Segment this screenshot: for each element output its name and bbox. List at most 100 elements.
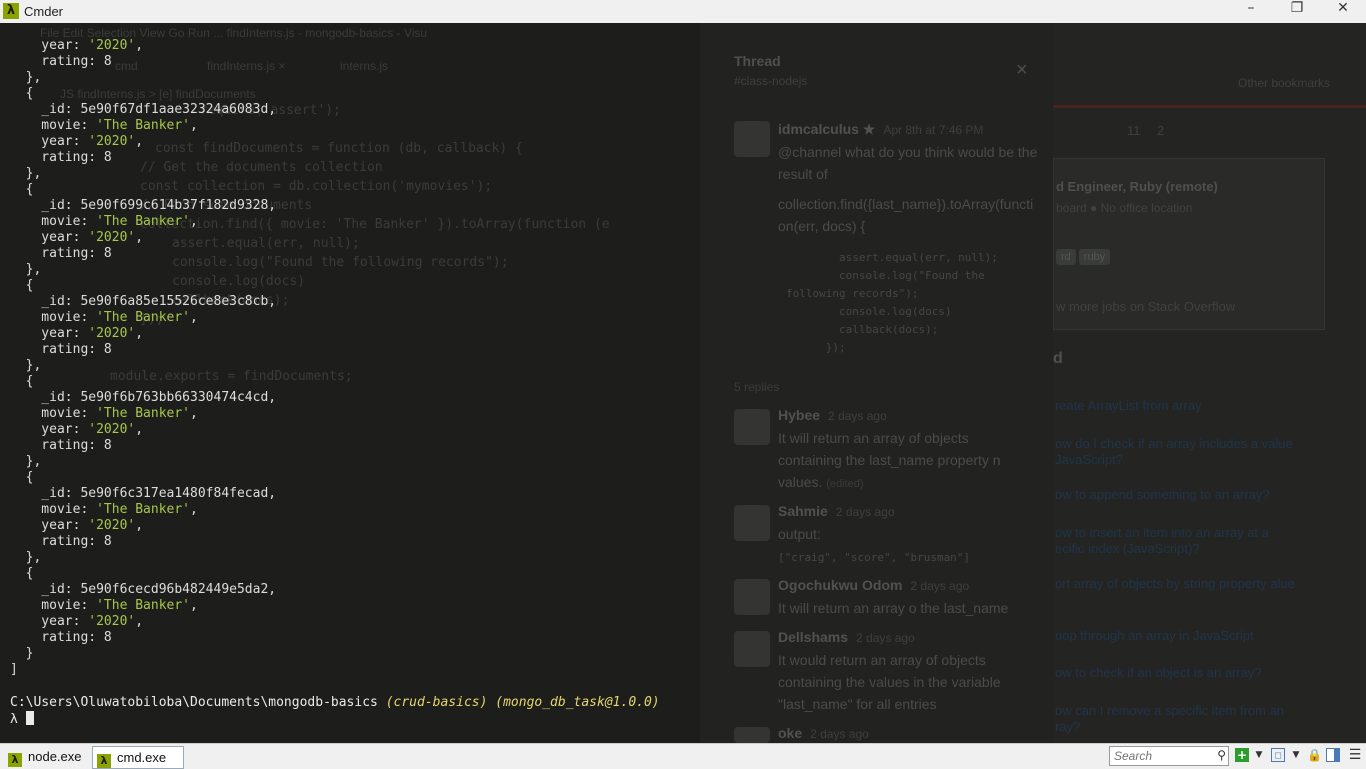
- output-line: rating: 8: [10, 438, 112, 453]
- output-line: rating: 8: [10, 54, 112, 69]
- related-question-link[interactable]: ort array of objects by string property …: [1055, 576, 1295, 592]
- output-line: {: [10, 86, 34, 101]
- message-text: It would return an array of objects cont…: [778, 652, 1001, 712]
- cmder-lambda-icon: λ: [3, 3, 19, 19]
- related-question-link[interactable]: ow to insert an item into an array at a …: [1055, 525, 1295, 557]
- output-line: },: [10, 262, 42, 277]
- bookmarks-label: Other bookmarks: [1238, 76, 1331, 90]
- output-line: year: '2020',: [10, 614, 144, 629]
- replies-count: 5 replies: [734, 380, 780, 394]
- output-line: rating: 8: [10, 150, 112, 165]
- related-question-link[interactable]: ow to check if an object is an array?: [1055, 665, 1295, 681]
- maximize-button[interactable]: ❐: [1274, 0, 1320, 23]
- split-view-icon[interactable]: [1326, 748, 1340, 762]
- output-line: _id: 5e90f6c317ea1480f84fecad,: [10, 486, 277, 501]
- output-line: _id: 5e90f6cecd96b482449e5da2,: [10, 582, 277, 597]
- tab-node-exe[interactable]: λ node.exe: [4, 746, 92, 767]
- lambda-icon: λ: [8, 753, 22, 767]
- search-input[interactable]: [1110, 748, 1210, 764]
- hamburger-menu-icon[interactable]: ☰: [1348, 748, 1362, 762]
- thread-close-icon[interactable]: ×: [1016, 59, 1028, 82]
- chevron-down-icon[interactable]: ▼: [1252, 748, 1266, 762]
- output-line: movie: 'The Banker',: [10, 118, 198, 133]
- console-tab-bar: λ node.exe λ cmd.exe ⚲ + ▼ ◻ ▼ 🔒 ☰: [0, 743, 1366, 769]
- output-line: },: [10, 166, 42, 181]
- output-line: ]: [10, 662, 18, 677]
- job-tags: rd ruby: [1056, 247, 1113, 265]
- output-line: }: [10, 646, 34, 661]
- output-line: {: [10, 566, 34, 581]
- output-line: movie: 'The Banker',: [10, 598, 198, 613]
- close-window-button[interactable]: ✕: [1320, 0, 1366, 23]
- search-field[interactable]: ⚲: [1109, 746, 1229, 766]
- prompt-branch: (crud-basics): [385, 695, 488, 710]
- output-line: year: '2020',: [10, 326, 144, 341]
- more-jobs-link[interactable]: w more jobs on Stack Overflow: [1056, 299, 1235, 314]
- tab-label: cmd.exe: [117, 750, 167, 765]
- output-line: year: '2020',: [10, 134, 144, 149]
- output-line: rating: 8: [10, 342, 112, 357]
- related-question-link[interactable]: reate ArrayList from array: [1055, 398, 1295, 414]
- tab-cmd-exe[interactable]: λ cmd.exe: [92, 746, 184, 769]
- avatar: [734, 409, 770, 445]
- badge-count: 2: [1157, 123, 1165, 138]
- window-title: Cmder: [24, 4, 64, 19]
- search-icon[interactable]: ⚲: [1217, 748, 1226, 762]
- output-line: movie: 'The Banker',: [10, 502, 198, 517]
- output-line: },: [10, 454, 42, 469]
- output-line: year: '2020',: [10, 422, 144, 437]
- related-question-link[interactable]: ow can I remove a specific item from an …: [1055, 703, 1295, 735]
- console-area[interactable]: year: '2020', rating: 8 }, { _id: 5e90f6…: [0, 23, 700, 743]
- prompt-path: C:\Users\Oluwatobiloba\Documents\mongodb…: [10, 695, 378, 710]
- view-switch-icon[interactable]: ◻: [1271, 748, 1285, 762]
- output-line: _id: 5e90f67df1aae32324a6083d,: [10, 102, 277, 117]
- minimize-button[interactable]: –: [1228, 0, 1274, 23]
- message-code-line: collection.find({last_name}).toArray(fun…: [778, 196, 1034, 234]
- background-slack-thread: Thread #class-nodejs × idmcalculus ★ Apr …: [700, 23, 1053, 743]
- message-author: Hybee 2 days ago: [778, 407, 887, 423]
- avatar: [734, 579, 770, 615]
- output-line: },: [10, 550, 42, 565]
- section-heading: d: [1053, 350, 1063, 367]
- new-console-icon[interactable]: +: [1235, 748, 1249, 762]
- prompt-symbol: λ: [10, 712, 18, 727]
- prompt-line: C:\Users\Oluwatobiloba\Documents\mongodb…: [10, 695, 660, 711]
- message-text: output:: [778, 526, 821, 542]
- text-cursor: [25, 711, 34, 725]
- command-input[interactable]: λ: [10, 711, 34, 728]
- avatar: [734, 505, 770, 541]
- output-line: },: [10, 70, 42, 85]
- output-line: {: [10, 182, 34, 197]
- job-title[interactable]: d Engineer, Ruby (remote): [1056, 179, 1218, 194]
- message-author: Dellshams 2 days ago: [778, 629, 915, 645]
- lambda-icon: λ: [97, 754, 111, 768]
- job-card[interactable]: d Engineer, Ruby (remote) board ● No off…: [1053, 158, 1325, 330]
- message-author: oke 2 days ago: [778, 725, 869, 741]
- message-code: ["craig", "score", "brusman"]: [778, 551, 971, 564]
- lock-icon[interactable]: 🔒: [1307, 748, 1322, 762]
- output-line: year: '2020',: [10, 38, 144, 53]
- related-question-link[interactable]: ow do I check if an array includes a val…: [1055, 436, 1295, 468]
- output-line: rating: 8: [10, 630, 112, 645]
- message-text: It will return an array of objects conta…: [778, 430, 1001, 490]
- output-line: movie: 'The Banker',: [10, 214, 198, 229]
- message-code-block: assert.equal(err, null); console.log("Fo…: [786, 251, 998, 354]
- output-line: year: '2020',: [10, 518, 144, 533]
- message-author: idmcalculus ★ Apr 8th at 7:46 PM: [778, 121, 984, 137]
- chevron-down-icon[interactable]: ▼: [1289, 748, 1303, 762]
- thread-title: Thread: [734, 53, 781, 69]
- avatar: [734, 121, 770, 157]
- related-question-link[interactable]: ow to append something to an array?: [1055, 487, 1295, 503]
- output-line: {: [10, 374, 34, 389]
- related-question-link[interactable]: oop through an array in JavaScript: [1055, 628, 1295, 644]
- message-author: Ogochukwu Odom 2 days ago: [778, 577, 970, 593]
- title-bar: λ Cmder – ❐ ✕: [0, 0, 1366, 23]
- avatar: [734, 631, 770, 667]
- output-line: year: '2020',: [10, 230, 144, 245]
- job-company: board ● No office location: [1056, 201, 1193, 215]
- so-topbar-accent: [1053, 105, 1366, 108]
- output-line: {: [10, 470, 34, 485]
- output-line: },: [10, 358, 42, 373]
- output-line: _id: 5e90f6b763bb66330474c4cd,: [10, 390, 277, 405]
- avatar: [734, 727, 770, 743]
